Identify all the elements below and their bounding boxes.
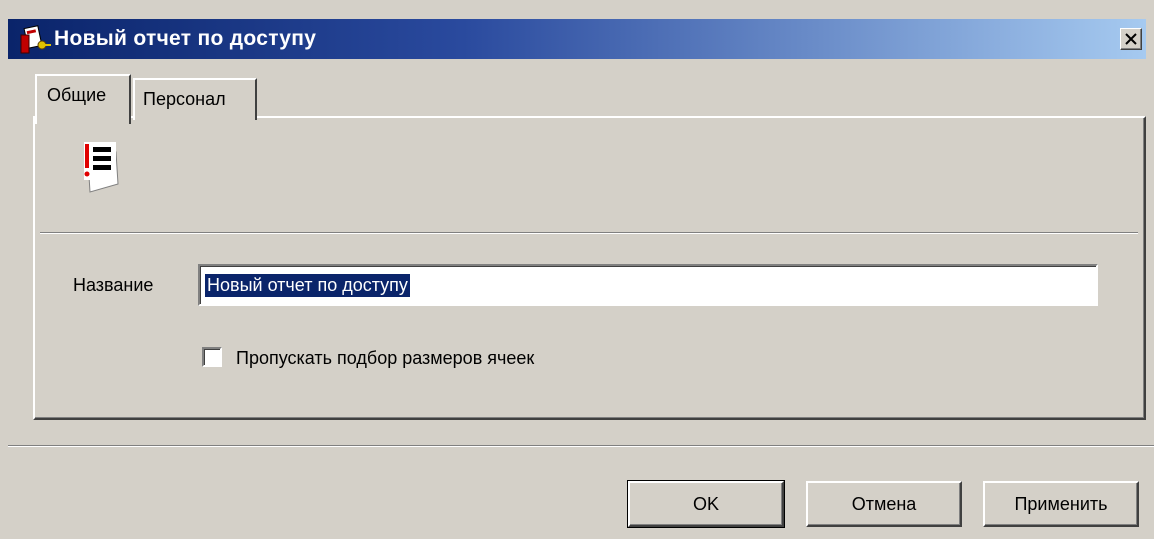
- skip-cell-fit-label[interactable]: Пропускать подбор размеров ячеек: [236, 348, 534, 369]
- close-icon: [1125, 33, 1137, 45]
- name-label: Название: [73, 275, 154, 295]
- tab-personnel[interactable]: Персонал: [133, 78, 257, 120]
- title-bar[interactable]: Новый отчет по доступу: [8, 19, 1146, 59]
- name-input[interactable]: Новый отчет по доступу: [198, 264, 1098, 306]
- section-divider: [40, 232, 1138, 234]
- tab-general-label: Общие: [47, 85, 107, 105]
- ok-button[interactable]: OK: [627, 480, 785, 528]
- dialog-window: Новый отчет по доступу Общие Персонал На…: [0, 0, 1154, 539]
- apply-button[interactable]: Применить: [983, 481, 1139, 527]
- window-title: Новый отчет по доступу: [54, 27, 317, 50]
- button-area-divider: [8, 445, 1154, 447]
- skip-cell-fit-checkbox[interactable]: [202, 347, 222, 367]
- key-card-icon: [18, 23, 52, 55]
- tab-general[interactable]: Общие: [35, 74, 131, 124]
- close-button[interactable]: [1120, 28, 1142, 50]
- report-list-icon: [82, 140, 122, 194]
- cancel-button[interactable]: Отмена: [806, 481, 962, 527]
- tab-personnel-label: Персонал: [143, 89, 226, 109]
- name-input-value: Новый отчет по доступу: [204, 273, 411, 298]
